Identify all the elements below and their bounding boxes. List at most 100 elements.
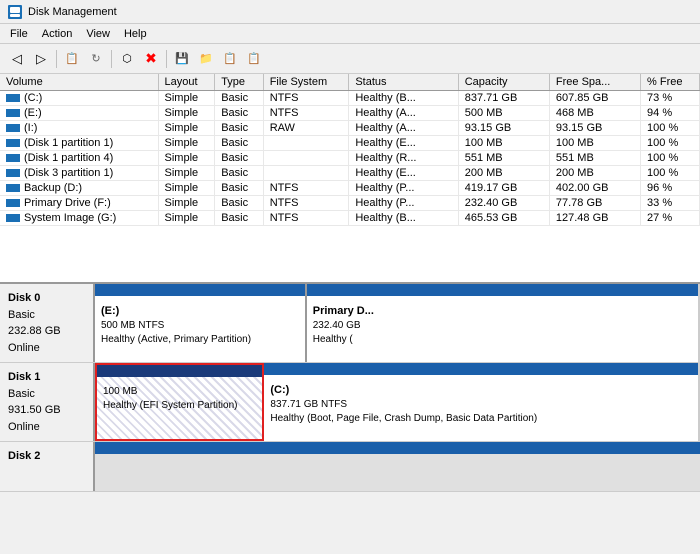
cell-fs: NTFS <box>263 91 349 106</box>
disk-1-efi-stripe <box>97 365 262 377</box>
disk-1-c-content: (C:) 837.71 GB NTFS Healthy (Boot, Page … <box>270 367 692 426</box>
separator-2 <box>111 50 112 68</box>
col-type[interactable]: Type <box>215 74 264 91</box>
paste-button[interactable]: 📋 <box>243 48 265 70</box>
disk-0-primary-stripe <box>307 284 698 296</box>
cell-volume: (Disk 3 partition 1) <box>0 166 158 181</box>
cell-layout: Simple <box>158 166 215 181</box>
cell-fs: NTFS <box>263 106 349 121</box>
menu-view[interactable]: View <box>80 27 116 41</box>
disk-1-partition-c[interactable]: (C:) 837.71 GB NTFS Healthy (Boot, Page … <box>264 363 700 441</box>
cell-layout: Simple <box>158 136 215 151</box>
window-title: Disk Management <box>28 6 117 18</box>
table-row[interactable]: (E:) Simple Basic NTFS Healthy (A... 500… <box>0 106 700 121</box>
cell-type: Basic <box>215 166 264 181</box>
cell-volume: (I:) <box>0 121 158 136</box>
save-button[interactable]: 💾 <box>171 48 193 70</box>
cell-capacity: 465.53 GB <box>458 211 549 226</box>
col-status[interactable]: Status <box>349 74 458 91</box>
col-volume[interactable]: Volume <box>0 74 158 91</box>
disk-1-c-stripe <box>264 363 698 375</box>
cell-capacity: 200 MB <box>458 166 549 181</box>
main-content: Volume Layout Type File System Status Ca… <box>0 74 700 554</box>
title-bar: Disk Management <box>0 0 700 24</box>
cell-status: Healthy (B... <box>349 211 458 226</box>
col-fs[interactable]: File System <box>263 74 349 91</box>
menu-file[interactable]: File <box>4 27 34 41</box>
cell-free: 77.78 GB <box>549 196 640 211</box>
cell-capacity: 500 MB <box>458 106 549 121</box>
table-row[interactable]: Backup (D:) Simple Basic NTFS Healthy (P… <box>0 181 700 196</box>
cell-layout: Simple <box>158 91 215 106</box>
table-row[interactable]: Primary Drive (F:) Simple Basic NTFS Hea… <box>0 196 700 211</box>
cell-volume: Primary Drive (F:) <box>0 196 158 211</box>
cell-free: 93.15 GB <box>549 121 640 136</box>
cell-volume: Backup (D:) <box>0 181 158 196</box>
cell-capacity: 419.17 GB <box>458 181 549 196</box>
table-row[interactable]: (I:) Simple Basic RAW Healthy (A... 93.1… <box>0 121 700 136</box>
disk-2-stripe <box>95 442 700 454</box>
col-pct[interactable]: % Free <box>641 74 700 91</box>
disk-1-size: 931.50 GB <box>8 402 85 419</box>
menu-help[interactable]: Help <box>118 27 153 41</box>
forward-button[interactable]: ▷ <box>30 48 52 70</box>
cell-type: Basic <box>215 136 264 151</box>
table-row[interactable]: (Disk 3 partition 1) Simple Basic Health… <box>0 166 700 181</box>
cell-free: 402.00 GB <box>549 181 640 196</box>
table-row[interactable]: System Image (G:) Simple Basic NTFS Heal… <box>0 211 700 226</box>
volume-table: Volume Layout Type File System Status Ca… <box>0 74 700 226</box>
menu-action[interactable]: Action <box>36 27 79 41</box>
cell-capacity: 232.40 GB <box>458 196 549 211</box>
disk-map-area: Disk 0 Basic 232.88 GB Online (E:) 500 M… <box>0 284 700 554</box>
disk-1-partition-efi[interactable]: 100 MB Healthy (EFI System Partition) <box>95 363 264 441</box>
cell-layout: Simple <box>158 196 215 211</box>
cell-type: Basic <box>215 106 264 121</box>
copy-button[interactable]: 📋 <box>219 48 241 70</box>
cell-pct: 100 % <box>641 136 700 151</box>
cell-volume: (C:) <box>0 91 158 106</box>
cell-type: Basic <box>215 91 264 106</box>
cell-type: Basic <box>215 196 264 211</box>
cell-fs <box>263 136 349 151</box>
properties-button[interactable]: 📋 <box>61 48 83 70</box>
cell-layout: Simple <box>158 106 215 121</box>
col-free[interactable]: Free Spa... <box>549 74 640 91</box>
cell-pct: 100 % <box>641 121 700 136</box>
cell-pct: 100 % <box>641 151 700 166</box>
table-row[interactable]: (Disk 1 partition 4) Simple Basic Health… <box>0 151 700 166</box>
separator-1 <box>56 50 57 68</box>
cell-fs: NTFS <box>263 196 349 211</box>
open-folder-button[interactable]: 📁 <box>195 48 217 70</box>
volume-table-area[interactable]: Volume Layout Type File System Status Ca… <box>0 74 700 284</box>
cell-free: 468 MB <box>549 106 640 121</box>
settings-button[interactable]: ⬡ <box>116 48 138 70</box>
table-row[interactable]: (Disk 1 partition 1) Simple Basic Health… <box>0 136 700 151</box>
cell-status: Healthy (R... <box>349 151 458 166</box>
cell-free: 100 MB <box>549 136 640 151</box>
cell-status: Healthy (B... <box>349 91 458 106</box>
delete-button[interactable]: ✖ <box>140 48 162 70</box>
cell-volume: (E:) <box>0 106 158 121</box>
col-layout[interactable]: Layout <box>158 74 215 91</box>
cell-layout: Simple <box>158 181 215 196</box>
cell-free: 200 MB <box>549 166 640 181</box>
disk-0-type: Basic <box>8 307 85 324</box>
cell-capacity: 93.15 GB <box>458 121 549 136</box>
disk-0-partition-primary[interactable]: Primary D... 232.40 GB Healthy ( <box>307 284 700 362</box>
disk-0-size: 232.88 GB <box>8 323 85 340</box>
disk-2-name: Disk 2 <box>8 448 85 465</box>
cell-capacity: 837.71 GB <box>458 91 549 106</box>
cell-type: Basic <box>215 121 264 136</box>
cell-fs <box>263 151 349 166</box>
disk-1-status: Online <box>8 419 85 436</box>
cell-pct: 27 % <box>641 211 700 226</box>
disk-0-partition-e[interactable]: (E:) 500 MB NTFS Healthy (Active, Primar… <box>95 284 307 362</box>
cell-fs: RAW <box>263 121 349 136</box>
refresh-button[interactable]: ↻ <box>85 48 107 70</box>
separator-3 <box>166 50 167 68</box>
back-button[interactable]: ◁ <box>6 48 28 70</box>
disk-2-row: Disk 2 <box>0 442 700 492</box>
table-row[interactable]: (C:) Simple Basic NTFS Healthy (B... 837… <box>0 91 700 106</box>
cell-free: 127.48 GB <box>549 211 640 226</box>
col-capacity[interactable]: Capacity <box>458 74 549 91</box>
